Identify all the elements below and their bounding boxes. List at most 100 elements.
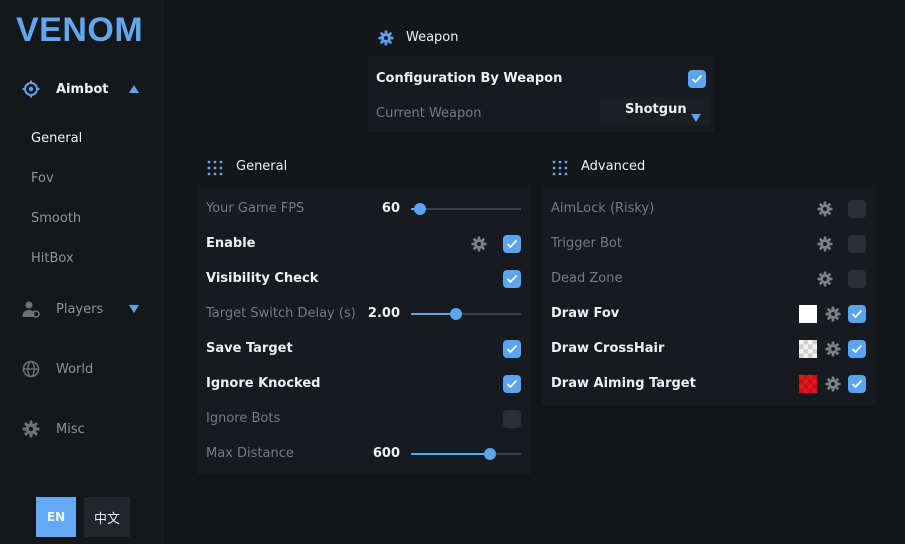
visibility-check-checkbox[interactable] [503,270,521,288]
caret-up-icon [129,84,139,94]
crosshair-icon [22,80,40,98]
checkmark-icon [851,309,863,319]
max-distance-label: Max Distance [206,446,294,461]
ignore-knocked-checkbox[interactable] [503,375,521,393]
advanced-panel: Advanced AimLock (Risky) Trigger Bot Dea… [542,149,876,405]
dead-zone-label: Dead Zone [551,271,623,286]
dead-zone-row: Dead Zone [542,266,876,292]
language-zh-button[interactable]: 中文 [84,497,130,537]
checkmark-icon [506,344,518,354]
current-weapon-label: Current Weapon [376,106,482,121]
switch-delay-value: 2.00 [367,306,400,321]
checkmark-icon [506,239,518,249]
max-distance-slider-fill [411,453,491,455]
gear-icon[interactable] [825,341,841,357]
checkmark-icon [851,379,863,389]
advanced-panel-header: Advanced [542,149,876,185]
max-distance-row: Max Distance 600 [197,441,531,467]
visibility-check-row: Visibility Check [197,266,531,292]
grid-dots-icon [552,160,568,180]
save-target-row: Save Target [197,336,531,362]
draw-crosshair-color-swatch[interactable] [799,340,817,358]
max-distance-value: 600 [372,446,400,461]
save-target-label: Save Target [206,341,293,356]
draw-crosshair-row: Draw CrossHair [542,336,876,362]
max-distance-slider[interactable] [411,448,521,460]
sub-item-smooth[interactable]: Smooth [31,211,81,226]
switch-delay-label: Target Switch Delay (s) [206,306,356,321]
nav-item-world[interactable]: World [0,351,163,387]
current-weapon-row: Current Weapon Shotgun [368,97,714,127]
draw-crosshair-checkbox[interactable] [848,340,866,358]
nav-label-aimbot: Aimbot [56,81,109,97]
ignore-bots-checkbox[interactable] [503,410,521,428]
switch-delay-row: Target Switch Delay (s) 2.00 [197,301,531,327]
aimlock-label: AimLock (Risky) [551,201,655,216]
trigger-bot-row: Trigger Bot [542,231,876,257]
draw-fov-checkbox[interactable] [848,305,866,323]
language-en-button[interactable]: EN [36,497,76,537]
enable-row: Enable [197,231,531,257]
save-target-checkbox[interactable] [503,340,521,358]
aimlock-row: AimLock (Risky) [542,196,876,222]
nav-item-players[interactable]: Players [0,291,163,327]
config-by-weapon-checkbox[interactable] [688,70,706,88]
gear-icon[interactable] [471,236,487,252]
sub-item-hitbox[interactable]: HitBox [31,251,74,266]
sub-item-fov[interactable]: Fov [31,171,54,186]
checkmark-icon [506,379,518,389]
nav-item-aimbot[interactable]: Aimbot [0,71,163,107]
draw-crosshair-label: Draw CrossHair [551,341,665,356]
caret-down-icon [129,304,139,314]
draw-fov-row: Draw Fov [542,301,876,327]
gear-icon[interactable] [817,201,833,217]
nav-item-misc[interactable]: Misc [0,411,163,447]
max-distance-slider-knob[interactable] [484,448,497,460]
draw-fov-color-swatch[interactable] [799,305,817,323]
fps-row: Your Game FPS 60 [197,196,531,222]
fps-slider-knob[interactable] [413,203,426,215]
chevron-down-icon [691,107,701,126]
draw-aiming-target-row: Draw Aiming Target [542,371,876,397]
general-panel-title: General [236,159,288,174]
advanced-panel-title: Advanced [581,159,646,174]
switch-delay-slider-knob[interactable] [450,308,463,320]
switch-delay-slider[interactable] [411,308,521,320]
general-panel: General Your Game FPS 60 Enable Visibili… [197,149,531,474]
fps-label: Your Game FPS [206,201,305,216]
globe-icon [22,360,40,378]
current-weapon-value: Shotgun [625,102,687,117]
trigger-bot-checkbox[interactable] [848,235,866,253]
gear-icon[interactable] [825,376,841,392]
ignore-bots-label: Ignore Bots [206,411,281,426]
gear-icon[interactable] [817,236,833,252]
fps-slider[interactable] [411,203,521,215]
fps-value: 60 [381,201,400,216]
nav-label-world: World [56,361,94,377]
ignore-knocked-label: Ignore Knocked [206,376,321,391]
aimlock-checkbox[interactable] [848,200,866,218]
gear-icon[interactable] [817,271,833,287]
gear-icon[interactable] [825,306,841,322]
dead-zone-checkbox[interactable] [848,270,866,288]
draw-aiming-target-color-swatch[interactable] [799,375,817,393]
general-panel-header: General [197,149,531,185]
sub-item-general[interactable]: General [31,131,82,146]
checkmark-icon [506,274,518,284]
nav-label-players: Players [56,301,104,317]
weapon-panel-title: Weapon [406,30,459,45]
draw-aiming-target-checkbox[interactable] [848,375,866,393]
weapon-panel-header: Weapon [368,20,714,56]
checkmark-icon [851,344,863,354]
enable-checkbox[interactable] [503,235,521,253]
trigger-bot-label: Trigger Bot [551,236,622,251]
ignore-knocked-row: Ignore Knocked [197,371,531,397]
enable-label: Enable [206,236,256,251]
app-logo: VENOM [16,11,144,49]
sidebar: VENOM Aimbot General Fov Smooth HitBox P… [0,0,163,544]
draw-aiming-target-label: Draw Aiming Target [551,376,696,391]
draw-fov-label: Draw Fov [551,306,620,321]
ignore-bots-row: Ignore Bots [197,406,531,432]
grid-dots-icon [207,160,223,180]
current-weapon-dropdown[interactable]: Shotgun [600,97,710,125]
